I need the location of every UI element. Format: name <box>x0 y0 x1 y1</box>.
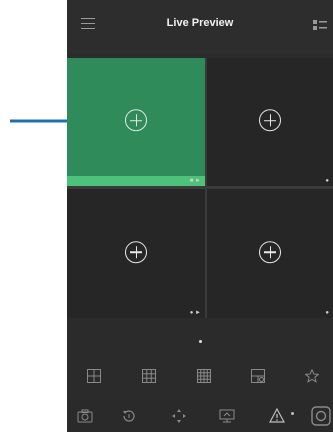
replay-icon[interactable] <box>121 408 137 424</box>
more-indicator <box>291 412 294 415</box>
preview-window-3[interactable]: ● ► <box>67 189 205 318</box>
custom-layout-icon[interactable] <box>251 369 265 383</box>
ptz-arrows-icon[interactable] <box>171 408 187 424</box>
camera-icon[interactable] <box>77 408 93 424</box>
preview-window-1[interactable]: ■ ► <box>67 58 205 186</box>
top-bar: Live Preview <box>67 0 333 54</box>
grid-list-icon[interactable] <box>313 20 327 30</box>
sixteen-pane-layout-icon[interactable] <box>197 369 211 383</box>
preview-window-2[interactable]: ● <box>207 58 333 186</box>
plus-circle-icon[interactable] <box>125 240 147 263</box>
page-indicator <box>199 340 202 343</box>
window-status-icon: ● <box>325 178 329 184</box>
four-pane-layout-icon[interactable] <box>87 369 101 383</box>
window-status-icon: ● ► <box>189 310 201 316</box>
monitor-icon[interactable] <box>219 408 235 424</box>
record-button-icon[interactable] <box>311 406 331 426</box>
selected-window-strip <box>67 176 205 186</box>
screenshot-canvas: Live Preview ■ ► ● ● ► ● <box>0 0 333 432</box>
bottom-toolbar <box>67 400 333 432</box>
layout-toolbar <box>67 355 333 397</box>
page-title: Live Preview <box>166 17 234 29</box>
window-status-icon: ■ ► <box>189 178 201 184</box>
preview-window-4[interactable]: ● <box>207 189 333 318</box>
app-screen: Live Preview ■ ► ● ● ► ● <box>67 0 333 432</box>
window-status-icon: ● <box>325 310 329 316</box>
nine-pane-layout-icon[interactable] <box>142 369 156 383</box>
plus-circle-icon[interactable] <box>259 109 281 132</box>
star-icon[interactable] <box>305 369 319 383</box>
plus-circle-icon[interactable] <box>125 109 147 132</box>
plus-circle-icon[interactable] <box>259 240 281 263</box>
warning-icon[interactable] <box>269 408 285 424</box>
preview-grid: ■ ► ● ● ► ● <box>67 58 333 318</box>
